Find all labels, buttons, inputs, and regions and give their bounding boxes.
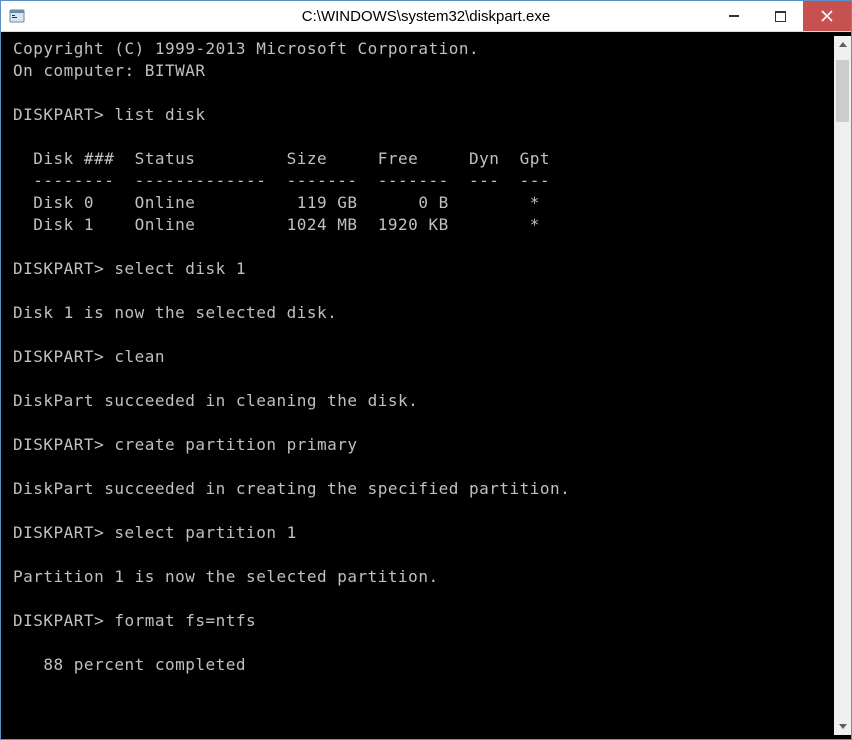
close-button[interactable] (803, 1, 851, 31)
chevron-down-icon (839, 724, 847, 729)
console-window: C:\WINDOWS\system32\diskpart.exe Copyrig… (0, 0, 852, 740)
minimize-button[interactable] (711, 1, 757, 31)
terminal-output[interactable]: Copyright (C) 1999-2013 Microsoft Corpor… (5, 36, 834, 735)
app-icon (9, 8, 25, 24)
scroll-up-button[interactable] (834, 36, 851, 53)
vertical-scrollbar[interactable] (834, 36, 851, 735)
maximize-button[interactable] (757, 1, 803, 31)
chevron-up-icon (839, 42, 847, 47)
scroll-down-button[interactable] (834, 718, 851, 735)
scroll-thumb[interactable] (836, 60, 849, 122)
title-bar[interactable]: C:\WINDOWS\system32\diskpart.exe (1, 1, 851, 32)
window-controls (711, 1, 851, 31)
client-area: Copyright (C) 1999-2013 Microsoft Corpor… (1, 32, 851, 739)
